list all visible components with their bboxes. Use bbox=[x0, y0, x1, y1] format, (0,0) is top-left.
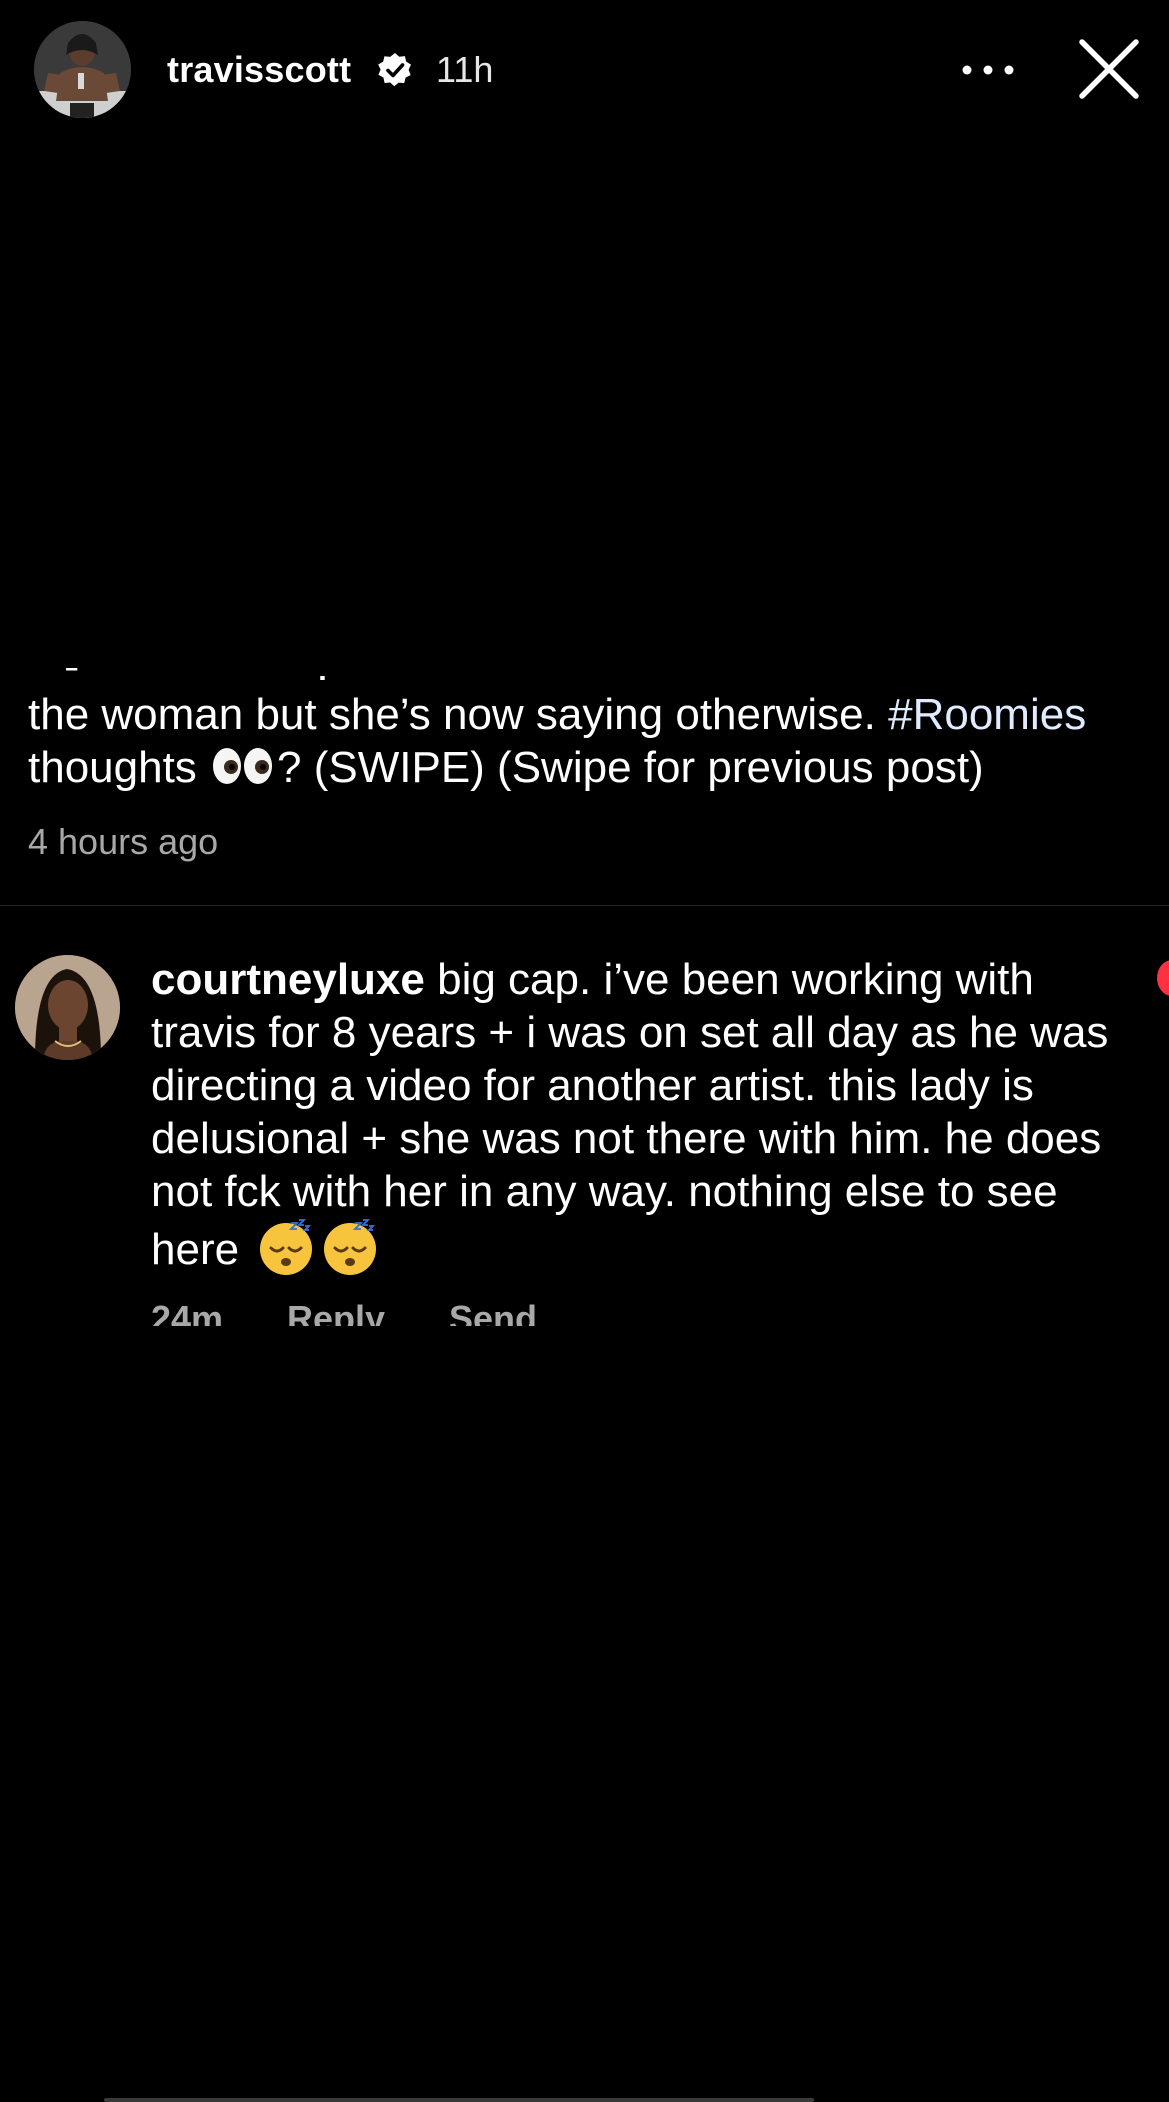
home-indicator bbox=[104, 2098, 814, 2102]
caption-line: thoughts ? (SWIPE) (Swipe for previous p… bbox=[28, 741, 1169, 794]
hashtag-link[interactable]: #Roomies bbox=[888, 690, 1086, 739]
commenter-avatar-photo bbox=[15, 955, 120, 1060]
eyes-emoji-icon bbox=[213, 748, 273, 784]
more-options-icon[interactable] bbox=[958, 50, 1018, 90]
avatar-photo bbox=[34, 21, 131, 118]
reply-button[interactable]: Reply bbox=[287, 1296, 385, 1326]
verified-badge-icon bbox=[378, 53, 411, 87]
commenter-avatar[interactable] bbox=[15, 955, 120, 1060]
like-heart-icon[interactable] bbox=[1157, 960, 1169, 996]
story-username[interactable]: travisscott bbox=[167, 47, 351, 93]
caption-text: ? (SWIPE) (Swipe for previous post) bbox=[277, 743, 984, 792]
caption-text: the woman but she’s now saying otherwise… bbox=[28, 690, 889, 739]
cropped-text-line: - , bbox=[28, 668, 1169, 680]
divider bbox=[0, 905, 1169, 906]
post-timestamp: 4 hours ago bbox=[28, 821, 219, 862]
profile-avatar[interactable] bbox=[34, 21, 131, 118]
post-caption: the woman but she’s now saying otherwise… bbox=[28, 688, 1169, 794]
comment-actions: 24m Reply Send bbox=[151, 1296, 951, 1326]
comment-timestamp: 24m bbox=[151, 1298, 224, 1326]
caption-text: thoughts bbox=[28, 743, 210, 792]
close-icon[interactable] bbox=[1078, 38, 1140, 100]
sleeping-face-emoji-icon bbox=[260, 1219, 313, 1275]
comment-body: courtneyluxe big cap. i’ve been working … bbox=[151, 953, 1111, 1276]
story-header: travisscott 11h bbox=[0, 0, 1169, 140]
send-button[interactable]: Send bbox=[449, 1296, 537, 1326]
sleeping-face-emoji-icon bbox=[324, 1219, 377, 1275]
story-timestamp: 11h bbox=[436, 49, 494, 90]
caption-line: the woman but she’s now saying otherwise… bbox=[28, 688, 1169, 741]
commenter-username[interactable]: courtneyluxe bbox=[151, 955, 425, 1004]
